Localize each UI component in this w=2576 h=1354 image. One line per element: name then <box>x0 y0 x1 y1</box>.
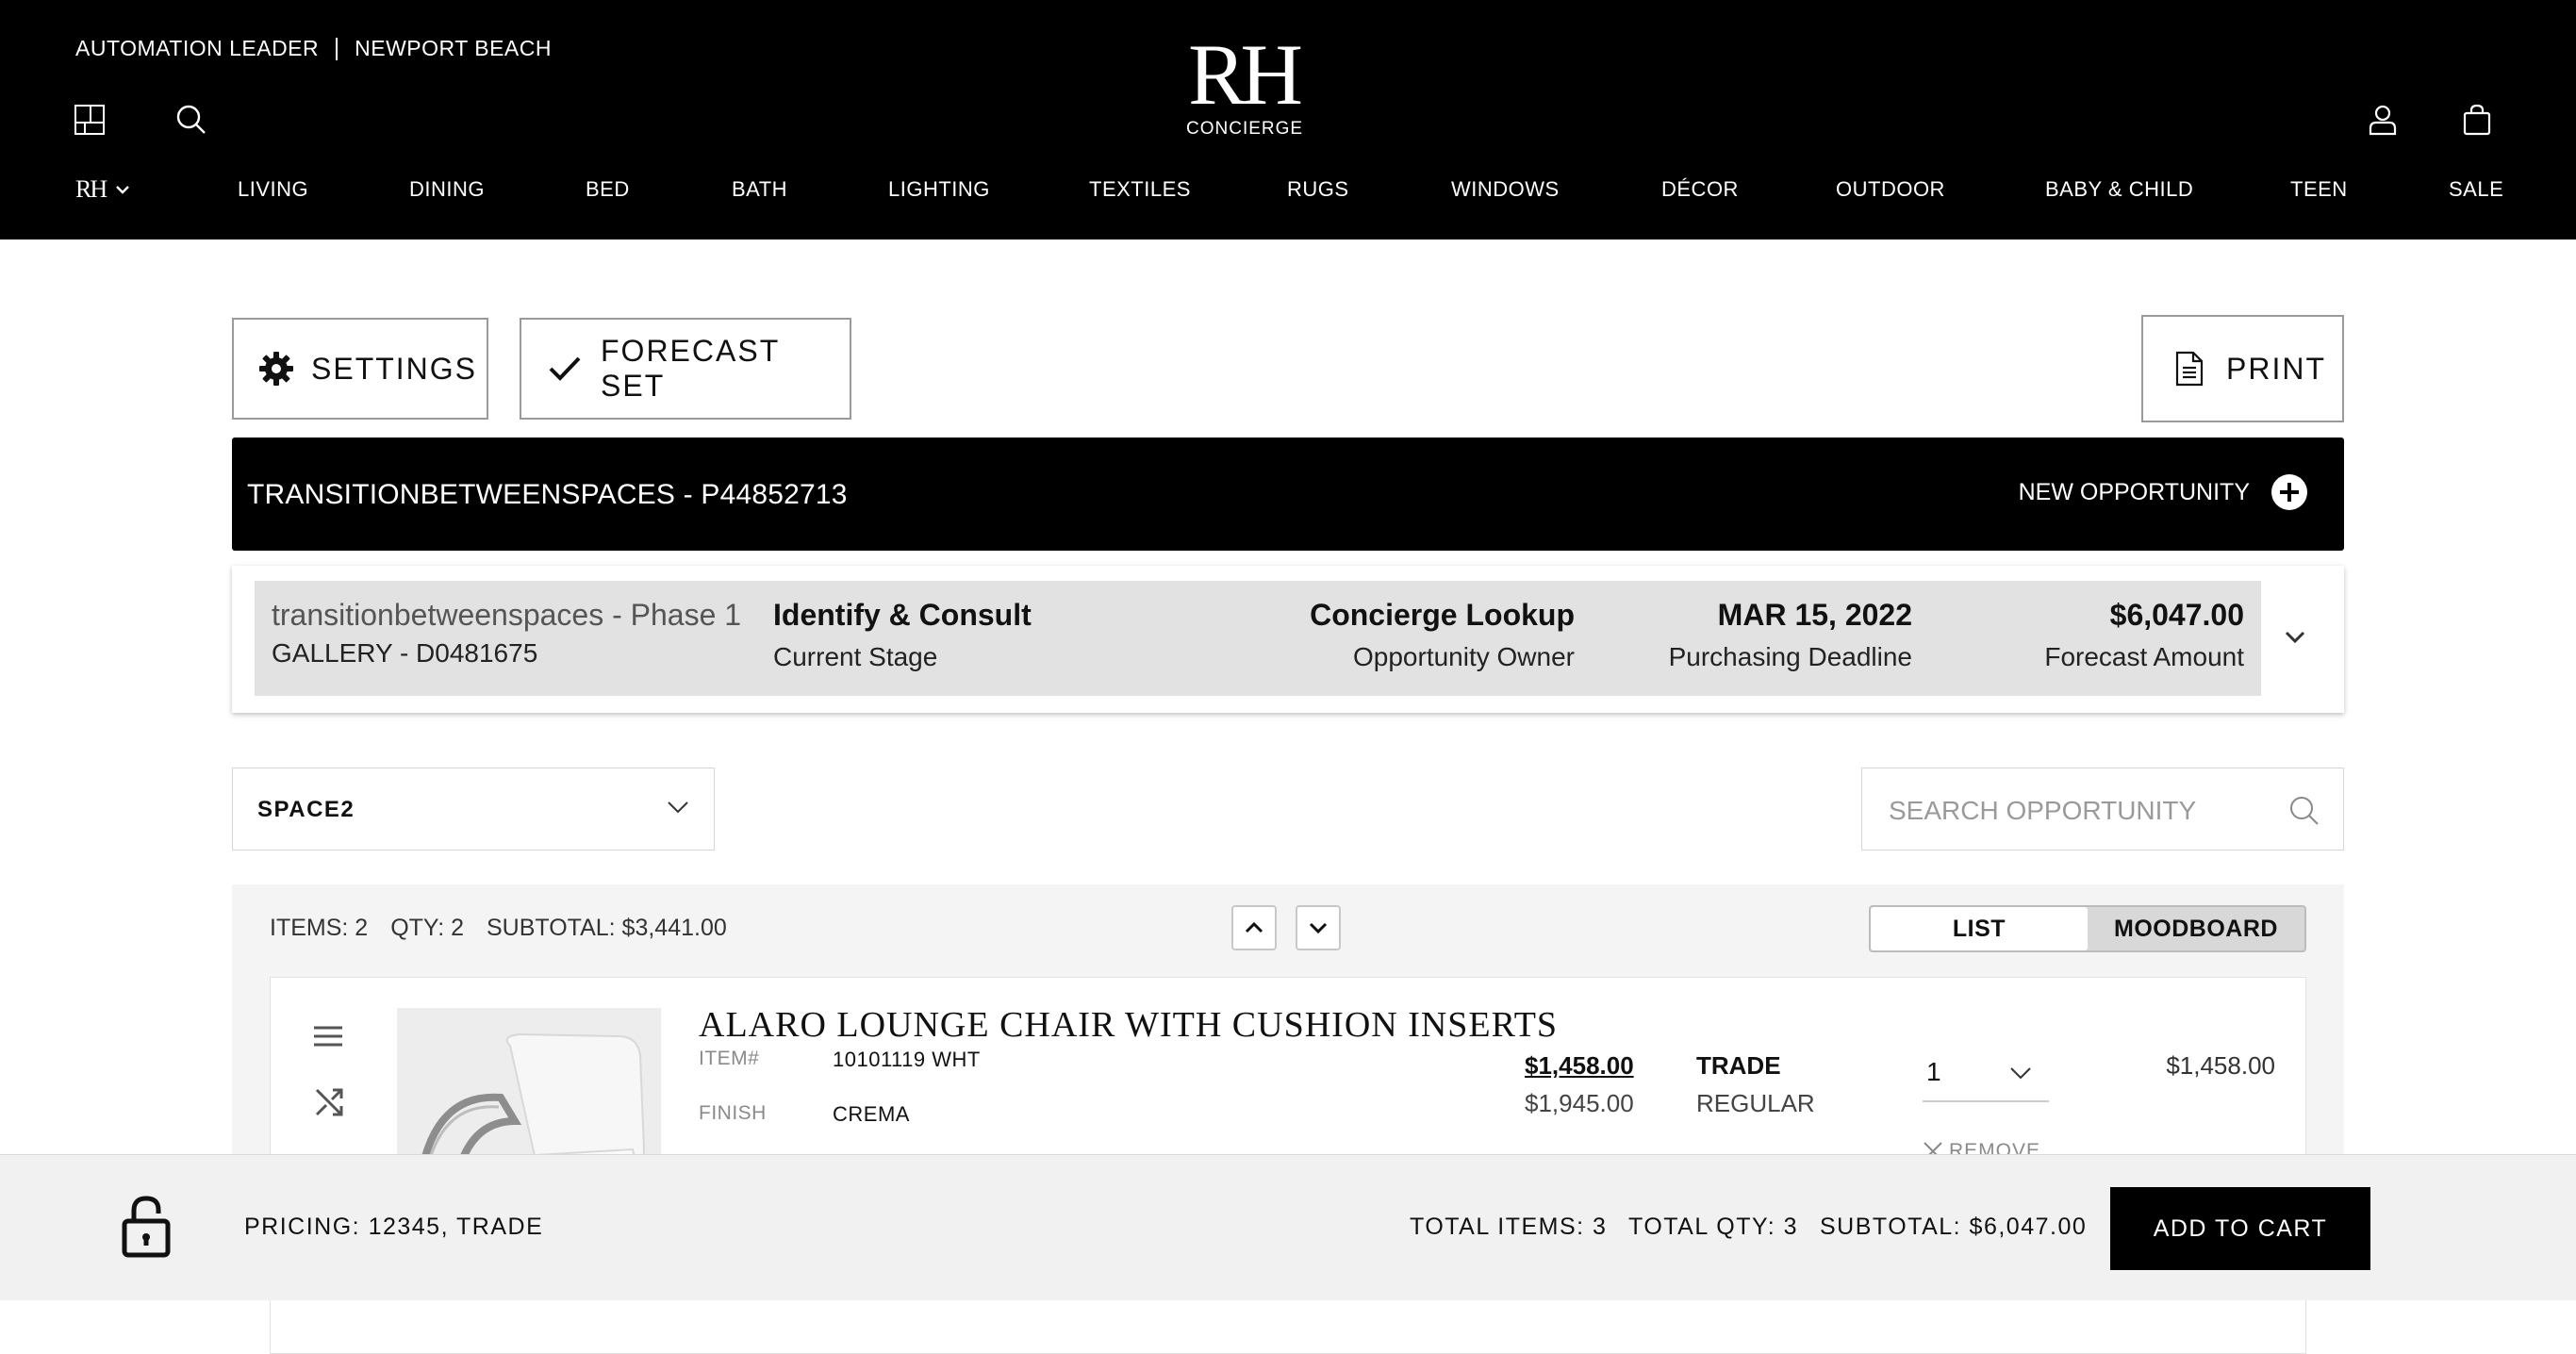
regular-label: REGULAR <box>1696 1089 1815 1117</box>
view-toggle: LIST MOODBOARD <box>1869 905 2306 952</box>
settings-label: SETTINGS <box>311 351 478 386</box>
nav-outdoor[interactable]: OUTDOOR <box>1836 177 1945 202</box>
stage-column: Identify & Consult Current Stage <box>773 598 1032 672</box>
plus-circle-icon <box>2271 474 2307 510</box>
trade-price[interactable]: $1,458.00 <box>1525 1051 1634 1081</box>
unlock-icon[interactable] <box>121 1195 172 1259</box>
logo-subtitle: CONCIERGE <box>1186 119 1304 139</box>
finish-value: CREMA <box>833 1102 910 1126</box>
add-to-cart-button[interactable]: ADD TO CART <box>2110 1187 2370 1270</box>
items-count: ITEMS: 2 <box>270 915 369 941</box>
forecast-set-button[interactable]: FORECAST SET <box>520 318 851 420</box>
nav-bath[interactable]: BATH <box>732 177 787 202</box>
opportunity-owner-label: Opportunity Owner <box>1353 642 1575 671</box>
move-up-button[interactable] <box>1231 905 1277 950</box>
document-icon <box>2175 351 2204 387</box>
checkmark-icon <box>549 356 581 381</box>
opportunity-summary: transitionbetweenspaces - Phase 1 GALLER… <box>255 581 2261 696</box>
items-qty: QTY: 2 <box>390 915 464 941</box>
shuffle-icon[interactable] <box>314 1087 344 1117</box>
user-location: AUTOMATION LEADER NEWPORT BEACH <box>75 36 552 61</box>
forecast-amount-label: Forecast Amount <box>2044 642 2244 671</box>
items-summary: ITEMS: 2 QTY: 2 SUBTOTAL: $3,441.00 <box>270 915 727 942</box>
nav-sale[interactable]: SALE <box>2449 177 2503 202</box>
cart-footer: PRICING: 12345, TRADE TOTAL ITEMS: 3 TOT… <box>0 1154 2576 1300</box>
new-opportunity-label: NEW OPPORTUNITY <box>2018 478 2250 505</box>
total-items: TOTAL ITEMS: 3 <box>1410 1214 1608 1240</box>
chevron-up-icon <box>1245 922 1263 933</box>
nav-decor[interactable]: DÉCOR <box>1661 177 1739 202</box>
move-down-button[interactable] <box>1296 905 1341 950</box>
new-opportunity-button[interactable]: NEW OPPORTUNITY <box>2019 473 2308 511</box>
finish-label: FINISH <box>699 1102 767 1124</box>
regular-price: $1,945.00 <box>1525 1089 1634 1117</box>
moodboard-view-tab[interactable]: MOODBOARD <box>2088 907 2304 950</box>
project-title: TRANSITIONBETWEENSPACES - P44852713 <box>247 479 848 510</box>
print-label: PRINT <box>2226 351 2326 386</box>
divider <box>336 37 339 60</box>
footer-subtotal: SUBTOTAL: $6,047.00 <box>1820 1214 2088 1240</box>
floorplan-icon[interactable] <box>74 104 111 141</box>
logo-mark: RH <box>1188 26 1303 123</box>
chevron-down-icon[interactable] <box>2284 630 2306 645</box>
nav-windows[interactable]: WINDOWS <box>1451 177 1560 202</box>
nav-baby-child[interactable]: BABY & CHILD <box>2045 177 2193 202</box>
gear-icon <box>259 352 293 386</box>
print-button[interactable]: PRINT <box>2141 315 2344 422</box>
nav-lighting[interactable]: LIGHTING <box>888 177 990 202</box>
current-stage-label: Current Stage <box>773 642 938 671</box>
purchasing-deadline-label: Purchasing Deadline <box>1668 642 1912 671</box>
line-total: $1,458.00 <box>2166 1051 2275 1080</box>
opportunity-name-column: transitionbetweenspaces - Phase 1 GALLER… <box>272 598 741 669</box>
items-subtotal: SUBTOTAL: $3,441.00 <box>487 915 727 941</box>
forecast-set-label: FORECAST SET <box>601 334 780 403</box>
current-stage: Identify & Consult <box>773 598 1032 632</box>
drag-handle-icon[interactable] <box>312 1025 344 1048</box>
site-header: AUTOMATION LEADER NEWPORT BEACH RH CONCI… <box>0 0 2576 239</box>
deadline-column: MAR 15, 2022 Purchasing Deadline <box>1669 598 1912 672</box>
item-number: 10101119 WHT <box>833 1048 981 1071</box>
chevron-down-icon <box>668 801 688 814</box>
product-title[interactable]: ALARO LOUNGE CHAIR WITH CUSHION INSERTS <box>699 1004 1558 1046</box>
item-number-label: ITEM# <box>699 1048 760 1069</box>
chevron-down-icon <box>1309 922 1328 933</box>
space-selected-value: SPACE2 <box>257 797 355 822</box>
cart-icon[interactable] <box>2461 104 2499 141</box>
total-qty: TOTAL QTY: 3 <box>1628 1214 1799 1240</box>
project-bar: TRANSITIONBETWEENSPACES - P44852713 NEW … <box>232 438 2344 551</box>
rh-logo[interactable]: RH CONCIERGE <box>1186 26 1304 140</box>
gallery-location[interactable]: NEWPORT BEACH <box>355 36 552 61</box>
purchasing-deadline: MAR 15, 2022 <box>1717 598 1912 632</box>
search-opportunity-field <box>1861 768 2344 850</box>
list-view-tab[interactable]: LIST <box>1871 907 2088 950</box>
nav-teen[interactable]: TEEN <box>2290 177 2348 202</box>
nav-dining[interactable]: DINING <box>409 177 485 202</box>
nav-textiles[interactable]: TEXTILES <box>1089 177 1191 202</box>
opportunity-owner: Concierge Lookup <box>1310 598 1575 632</box>
search-icon[interactable] <box>175 104 213 141</box>
forecast-column: $6,047.00 Forecast Amount <box>2044 598 2244 672</box>
opportunity-card[interactable]: transitionbetweenspaces - Phase 1 GALLER… <box>232 566 2344 713</box>
main-nav: LIVING DINING BED BATH LIGHTING TEXTILES… <box>0 177 2576 207</box>
search-opportunity-input[interactable] <box>1887 791 2268 831</box>
nav-rugs[interactable]: RUGS <box>1287 177 1349 202</box>
pricing-info: PRICING: 12345, TRADE <box>244 1214 544 1240</box>
space-dropdown[interactable]: SPACE2 <box>232 768 715 850</box>
owner-column: Concierge Lookup Opportunity Owner <box>1310 598 1575 672</box>
gallery-id: GALLERY - D0481675 <box>272 638 538 668</box>
chevron-down-icon <box>2010 1067 2031 1080</box>
search-icon[interactable] <box>2288 795 2320 827</box>
account-icon[interactable] <box>2367 104 2404 141</box>
nav-living[interactable]: LIVING <box>238 177 308 202</box>
settings-button[interactable]: SETTINGS <box>232 318 488 420</box>
forecast-amount: $6,047.00 <box>2109 598 2244 632</box>
opportunity-name: transitionbetweenspaces - Phase 1 <box>272 598 742 632</box>
quantity-select[interactable]: 1 <box>1923 1044 2049 1102</box>
trade-label: TRADE <box>1696 1051 1781 1080</box>
nav-bed[interactable]: BED <box>586 177 630 202</box>
quantity-value: 1 <box>1926 1057 1941 1086</box>
user-role: AUTOMATION LEADER <box>75 36 320 60</box>
